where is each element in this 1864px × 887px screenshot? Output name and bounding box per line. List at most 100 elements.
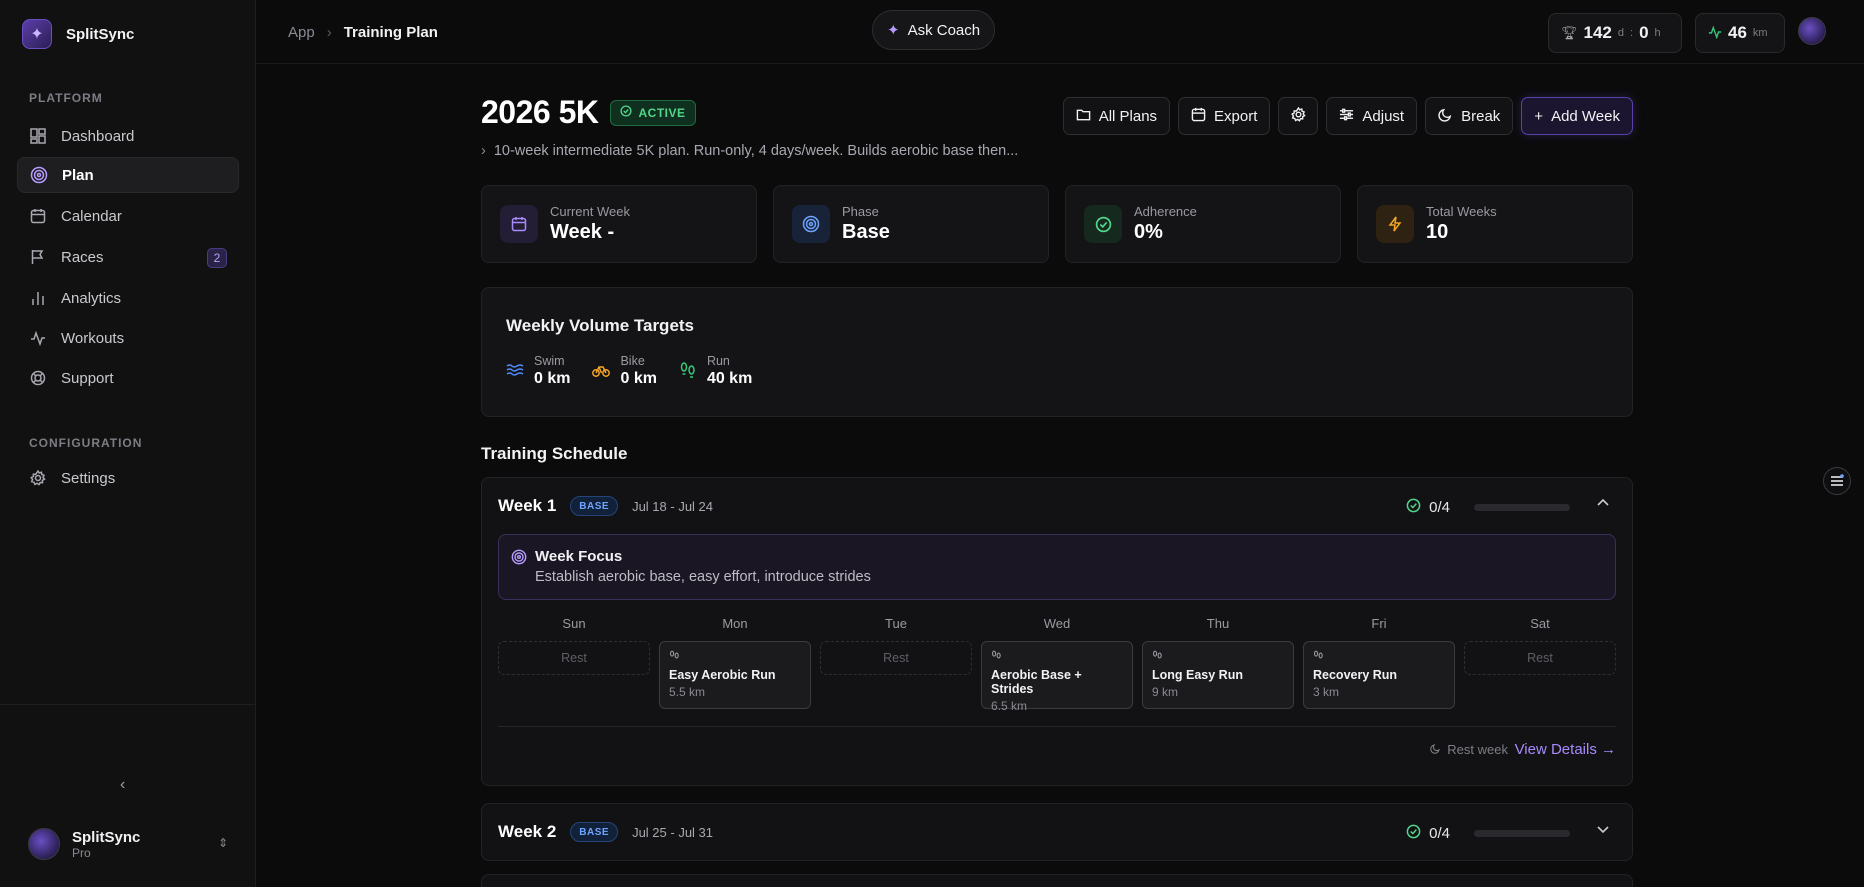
breadcrumb: App › Training Plan xyxy=(288,24,438,41)
workout-name: Long Easy Run xyxy=(1152,668,1243,682)
day-name: Sat xyxy=(1530,616,1550,631)
all-plans-label: All Plans xyxy=(1098,107,1158,125)
page-title: 2026 5K xyxy=(481,94,599,130)
rest-day[interactable]: Rest xyxy=(1464,641,1616,675)
rest-day[interactable]: Rest xyxy=(498,641,650,675)
avatar[interactable] xyxy=(1798,17,1826,45)
sidebar-item-settings[interactable]: Settings xyxy=(17,460,239,496)
phase-card: Phase Base xyxy=(773,185,1049,263)
collapse-sidebar-chevron-left-icon[interactable]: ‹ xyxy=(120,776,125,794)
check-circle-icon xyxy=(1084,205,1122,243)
races-count-badge: 2 xyxy=(207,248,227,268)
sidebar-item-workouts[interactable]: Workouts xyxy=(17,320,239,356)
week-focus-title: Week Focus xyxy=(535,548,623,565)
sidebar-item-calendar[interactable]: Calendar xyxy=(17,198,239,234)
sidebar-item-analytics[interactable]: Analytics xyxy=(17,280,239,316)
ask-coach-label: Ask Coach xyxy=(907,21,981,39)
sidebar-item-support[interactable]: Support xyxy=(17,360,239,396)
countdown-hours-unit: h xyxy=(1654,27,1661,39)
day-name: Mon xyxy=(722,616,748,631)
workout-card[interactable]: Long Easy Run 9 km xyxy=(1142,641,1294,709)
breadcrumb-app[interactable]: App xyxy=(288,24,315,41)
plan-stat-cards: Current Week Week - Phase Base Adherence… xyxy=(481,185,1633,263)
chevron-right-icon: › xyxy=(481,143,486,159)
week-progress: 0/4 xyxy=(1406,498,1570,516)
plan-actions: All Plans Export Adjust Break + Add Week xyxy=(1062,97,1633,135)
brand[interactable]: ✦ SplitSync xyxy=(22,19,134,49)
rest-week-label: Rest week xyxy=(1447,742,1508,757)
week-header[interactable]: Week 1 BASE Jul 18 - Jul 24 0/4 xyxy=(482,478,1632,534)
plan-settings-button[interactable] xyxy=(1278,97,1319,135)
day-name: Sun xyxy=(562,616,586,631)
footprints-icon xyxy=(991,650,1123,664)
check-circle-icon xyxy=(1406,498,1421,516)
day-column-tue: Tue Rest xyxy=(820,616,972,709)
adjust-button[interactable]: Adjust xyxy=(1326,97,1418,135)
sidebar-item-plan[interactable]: Plan xyxy=(17,157,239,193)
rest-day[interactable]: Rest xyxy=(820,641,972,675)
plus-icon: + xyxy=(1534,107,1544,125)
day-column-wed: Wed Aerobic Base + Strides 6.5 km xyxy=(981,616,1133,713)
chevron-up-icon[interactable] xyxy=(1596,496,1610,513)
week-focus-text: Establish aerobic base, easy effort, int… xyxy=(535,569,871,585)
week-card: Week 2 BASE Jul 25 - Jul 31 0/4 xyxy=(481,803,1633,861)
rest-week-toggle[interactable]: Rest week xyxy=(1430,742,1508,757)
activity-icon xyxy=(29,329,47,347)
breadcrumb-separator-icon: › xyxy=(326,24,332,41)
export-button[interactable]: Export xyxy=(1178,97,1271,135)
sidebar-item-label: Dashboard xyxy=(61,127,135,145)
stat-label: Total Weeks xyxy=(1426,204,1497,219)
workout-card[interactable]: Recovery Run 3 km xyxy=(1303,641,1455,709)
adjust-label: Adjust xyxy=(1362,107,1405,125)
moon-icon xyxy=(1438,107,1453,126)
day-column-mon: Mon Easy Aerobic Run 5.5 km xyxy=(659,616,811,709)
break-label: Break xyxy=(1461,107,1501,125)
calendar-export-icon xyxy=(1191,107,1206,126)
stat-label: Adherence xyxy=(1134,204,1197,219)
volume-value: 0 km xyxy=(534,370,571,387)
training-schedule-title: Training Schedule xyxy=(481,444,628,463)
add-week-label: Add Week xyxy=(1551,107,1620,125)
folder-icon xyxy=(1076,107,1091,126)
week-title: Week 1 xyxy=(498,496,557,515)
chevron-down-icon[interactable] xyxy=(1596,822,1610,839)
sidebar-item-races[interactable]: Races 2 xyxy=(17,239,239,275)
volume-items: Swim 0 km Bike 0 km Run 40 km xyxy=(506,354,752,388)
workout-name: Easy Aerobic Run xyxy=(669,668,776,682)
user-name: SplitSync xyxy=(72,828,141,846)
stat-value: Base xyxy=(842,221,890,243)
flag-icon xyxy=(29,248,47,266)
plan-description[interactable]: › 10-week intermediate 5K plan. Run-only… xyxy=(481,143,1018,159)
target-icon xyxy=(511,549,527,568)
stat-label: Phase xyxy=(842,204,879,219)
day-name: Wed xyxy=(1043,616,1071,631)
stat-value: 10 xyxy=(1426,221,1449,243)
week-focus: Week Focus Establish aerobic base, easy … xyxy=(498,534,1616,600)
day-column-fri: Fri Recovery Run 3 km xyxy=(1303,616,1455,709)
ask-coach-button[interactable]: ✦ Ask Coach xyxy=(872,10,996,50)
workout-card[interactable]: Easy Aerobic Run 5.5 km xyxy=(659,641,811,709)
all-plans-button[interactable]: All Plans xyxy=(1062,97,1171,135)
countdown-stat[interactable]: 🏆︎ 142 d : 0 h xyxy=(1548,13,1682,53)
sidebar-item-dashboard[interactable]: Dashboard xyxy=(17,118,239,154)
week-title: Week 2 xyxy=(498,822,557,841)
day-name: Thu xyxy=(1206,616,1230,631)
dashboard-icon xyxy=(29,127,47,145)
footprints-icon xyxy=(679,361,697,382)
sparkle-icon: ✦ xyxy=(887,22,900,39)
view-details-link[interactable]: View Details → xyxy=(1515,741,1616,758)
workout-card[interactable]: Aerobic Base + Strides 6.5 km xyxy=(981,641,1133,713)
user-menu[interactable]: SplitSync Pro ⇕ xyxy=(28,828,228,860)
countdown-days: 142 xyxy=(1583,23,1612,42)
day-name: Fri xyxy=(1371,616,1387,631)
add-week-button[interactable]: + Add Week xyxy=(1521,97,1633,135)
week-header[interactable]: Week 2 BASE Jul 25 - Jul 31 0/4 xyxy=(482,804,1632,860)
phase-badge: BASE xyxy=(570,496,619,516)
floating-menu-icon[interactable] xyxy=(1823,467,1851,495)
calendar-icon xyxy=(500,205,538,243)
day-column-thu: Thu Long Easy Run 9 km xyxy=(1142,616,1294,709)
topbar: App › Training Plan ✦ Ask Coach 🏆︎ 142 d… xyxy=(256,0,1864,64)
break-button[interactable]: Break xyxy=(1425,97,1514,135)
plan-description-text: 10-week intermediate 5K plan. Run-only, … xyxy=(493,143,1019,159)
distance-stat[interactable]: 46 km xyxy=(1695,13,1785,53)
